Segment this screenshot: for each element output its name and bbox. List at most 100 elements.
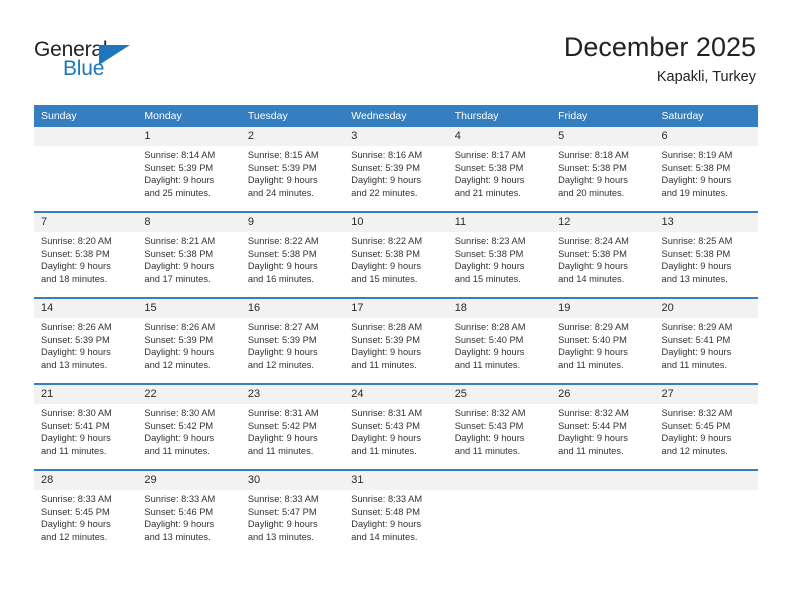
day-info-cell[interactable]: Sunrise: 8:32 AM Sunset: 5:45 PM Daylight:… (654, 404, 758, 469)
day-info-cell[interactable]: Sunrise: 8:32 AM Sunset: 5:43 PM Daylight:… (447, 404, 552, 469)
day-number-cell[interactable]: 10 (344, 213, 448, 232)
day-number-cell[interactable]: 7 (34, 213, 138, 232)
day-sunset-text: Sunset: 5:39 PM (351, 334, 420, 345)
day-daylight-text: Daylight: 9 hours (558, 433, 628, 444)
day-sunset-text: Sunset: 5:39 PM (144, 162, 214, 173)
day-number-cell[interactable]: 18 (447, 299, 552, 318)
day-info-cell[interactable]: Sunrise: 8:22 AM Sunset: 5:38 PM Daylight:… (240, 232, 345, 297)
day-sunset-text: Sunset: 5:38 PM (558, 162, 627, 173)
week-info-row: Sunrise: 8:20 AM Sunset: 5:38 PM Daylight:… (34, 232, 758, 297)
day-sunset-text: Sunset: 5:39 PM (247, 334, 317, 345)
weekday-header-thursday: Thursday (447, 105, 552, 127)
day-info-cell[interactable]: Sunrise: 8:33 AM Sunset: 5:45 PM Daylight:… (34, 490, 138, 555)
day-number-cell[interactable]: 13 (654, 213, 758, 232)
day-info-cell[interactable]: Sunrise: 8:32 AM Sunset: 5:44 PM Daylight:… (551, 404, 655, 469)
day-daylight-text: Daylight: 9 hours (351, 347, 422, 358)
day-info-cell[interactable]: Sunrise: 8:23 AM Sunset: 5:38 PM Daylight:… (447, 232, 552, 297)
day-number-cell[interactable]: 28 (34, 471, 138, 490)
day-daylight-text: and 15 minutes. (351, 273, 418, 284)
day-info-cell[interactable]: Sunrise: 8:33 AM Sunset: 5:47 PM Daylight:… (240, 490, 345, 555)
day-daylight-text: and 13 minutes. (661, 273, 728, 284)
day-number-cell[interactable]: 20 (654, 299, 758, 318)
day-number-cell[interactable]: 9 (240, 213, 345, 232)
day-number-cell[interactable]: 25 (447, 385, 552, 404)
day-info-cell[interactable]: Sunrise: 8:27 AM Sunset: 5:39 PM Daylight:… (240, 318, 345, 383)
day-number-cell[interactable]: 11 (447, 213, 552, 232)
day-number-cell[interactable]: 1 (137, 127, 241, 146)
day-info-cell[interactable]: Sunrise: 8:26 AM Sunset: 5:39 PM Daylight:… (137, 318, 241, 383)
day-info-cell[interactable]: Sunrise: 8:15 AM Sunset: 5:39 PM Daylight:… (240, 146, 345, 211)
day-info-cell[interactable]: Sunrise: 8:20 AM Sunset: 5:38 PM Daylight:… (34, 232, 138, 297)
day-sunset-text: Sunset: 5:46 PM (144, 506, 214, 517)
day-number-cell[interactable]: 17 (344, 299, 448, 318)
day-info-cell[interactable]: Sunrise: 8:33 AM Sunset: 5:46 PM Daylight:… (137, 490, 241, 555)
day-number-cell[interactable]: 3 (344, 127, 448, 146)
day-number-cell[interactable]: 6 (654, 127, 758, 146)
day-info-cell[interactable]: Sunrise: 8:28 AM Sunset: 5:39 PM Daylight:… (344, 318, 448, 383)
week-daynum-row: 123456 (34, 127, 758, 146)
day-daylight-text: Daylight: 9 hours (454, 261, 525, 272)
day-number-cell[interactable]: 21 (34, 385, 138, 404)
day-sunrise-text: Sunrise: 8:14 AM (144, 150, 216, 160)
day-info-cell[interactable]: Sunrise: 8:14 AM Sunset: 5:39 PM Daylight:… (137, 146, 241, 211)
day-sunrise-text: Sunrise: 8:19 AM (661, 150, 733, 160)
day-info-cell[interactable]: Sunrise: 8:30 AM Sunset: 5:42 PM Daylight:… (137, 404, 241, 469)
day-number-cell[interactable]: 30 (240, 471, 345, 490)
day-info-cell[interactable]: Sunrise: 8:25 AM Sunset: 5:38 PM Daylight:… (654, 232, 758, 297)
day-number-cell[interactable]: 12 (551, 213, 655, 232)
calendar-header-row: Sunday Monday Tuesday Wednesday Thursday… (34, 105, 758, 127)
day-daylight-text: and 14 minutes. (558, 273, 625, 284)
day-sunrise-text: Sunrise: 8:31 AM (247, 408, 319, 418)
day-info-cell[interactable]: Sunrise: 8:28 AM Sunset: 5:40 PM Daylight:… (447, 318, 552, 383)
day-number-cell[interactable]: 24 (344, 385, 448, 404)
day-daylight-text: and 11 minutes. (144, 445, 210, 456)
day-sunrise-text: Sunrise: 8:33 AM (351, 494, 423, 504)
day-number-cell[interactable]: 16 (240, 299, 345, 318)
day-number-cell[interactable]: 14 (34, 299, 138, 318)
day-info-cell[interactable]: Sunrise: 8:33 AM Sunset: 5:48 PM Daylight:… (344, 490, 448, 555)
day-number-cell[interactable]: 31 (344, 471, 448, 490)
day-info-cell[interactable]: Sunrise: 8:26 AM Sunset: 5:39 PM Daylight:… (34, 318, 138, 383)
day-daylight-text: Daylight: 9 hours (558, 347, 628, 358)
day-info-cell[interactable]: Sunrise: 8:24 AM Sunset: 5:38 PM Daylight:… (551, 232, 655, 297)
day-info-cell[interactable]: Sunrise: 8:31 AM Sunset: 5:42 PM Daylight:… (240, 404, 345, 469)
day-number-cell[interactable]: 15 (137, 299, 241, 318)
day-info-cell[interactable]: Sunrise: 8:22 AM Sunset: 5:38 PM Daylight:… (344, 232, 448, 297)
day-info-cell[interactable]: Sunrise: 8:29 AM Sunset: 5:40 PM Daylight:… (551, 318, 655, 383)
day-daylight-text: and 21 minutes. (454, 187, 521, 198)
day-sunrise-text: Sunrise: 8:33 AM (247, 494, 319, 504)
day-number-cell[interactable]: 5 (551, 127, 655, 146)
day-info-cell[interactable]: Sunrise: 8:21 AM Sunset: 5:38 PM Daylight:… (137, 232, 241, 297)
day-daylight-text: and 19 minutes. (661, 187, 728, 198)
empty-day-info-cell (447, 490, 552, 555)
day-number-cell[interactable]: 4 (447, 127, 552, 146)
day-sunset-text: Sunset: 5:43 PM (351, 420, 420, 431)
day-info-cell[interactable]: Sunrise: 8:19 AM Sunset: 5:38 PM Daylight:… (654, 146, 758, 211)
general-blue-logo[interactable]: General Blue (34, 38, 164, 86)
day-number-cell[interactable]: 2 (240, 127, 345, 146)
day-sunrise-text: Sunrise: 8:15 AM (247, 150, 319, 160)
day-number-cell[interactable]: 23 (240, 385, 345, 404)
day-daylight-text: Daylight: 9 hours (41, 261, 111, 272)
day-info-cell[interactable]: Sunrise: 8:31 AM Sunset: 5:43 PM Daylight:… (344, 404, 448, 469)
day-daylight-text: Daylight: 9 hours (247, 175, 318, 186)
day-number-cell[interactable]: 22 (137, 385, 241, 404)
day-daylight-text: Daylight: 9 hours (247, 347, 318, 358)
day-info-cell[interactable]: Sunrise: 8:30 AM Sunset: 5:41 PM Daylight:… (34, 404, 138, 469)
day-number-cell[interactable]: 8 (137, 213, 241, 232)
day-number-cell[interactable]: 29 (137, 471, 241, 490)
day-info-cell[interactable]: Sunrise: 8:17 AM Sunset: 5:38 PM Daylight:… (447, 146, 552, 211)
day-info-cell[interactable]: Sunrise: 8:16 AM Sunset: 5:39 PM Daylight:… (344, 146, 448, 211)
day-sunset-text: Sunset: 5:38 PM (41, 248, 110, 259)
day-number-cell[interactable]: 27 (654, 385, 758, 404)
day-sunrise-text: Sunrise: 8:30 AM (144, 408, 216, 418)
day-sunset-text: Sunset: 5:40 PM (454, 334, 524, 345)
day-sunrise-text: Sunrise: 8:32 AM (661, 408, 733, 418)
day-number-cell[interactable]: 19 (551, 299, 655, 318)
day-info-cell[interactable]: Sunrise: 8:29 AM Sunset: 5:41 PM Daylight:… (654, 318, 758, 383)
day-number-cell[interactable]: 26 (551, 385, 655, 404)
day-daylight-text: and 11 minutes. (351, 359, 417, 370)
week-daynum-row: 7 8 9 10 11 12 13 (34, 213, 758, 232)
day-sunrise-text: Sunrise: 8:27 AM (247, 322, 319, 332)
day-info-cell[interactable]: Sunrise: 8:18 AM Sunset: 5:38 PM Daylight:… (551, 146, 655, 211)
